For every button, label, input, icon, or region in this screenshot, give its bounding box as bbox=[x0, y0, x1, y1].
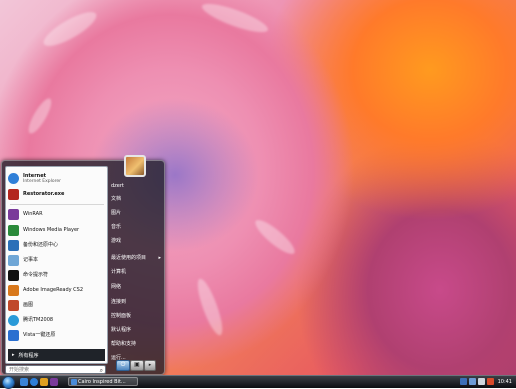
start-menu-programs: Internet Internet Explorer Restorator.ex… bbox=[5, 166, 108, 364]
places-item-control-panel[interactable]: 控制面板 bbox=[111, 312, 161, 321]
chevron-right-icon: ▸ bbox=[148, 362, 152, 368]
system-tray: 10:41 bbox=[459, 376, 516, 387]
chevron-right-icon: ▸ bbox=[12, 352, 15, 358]
places-item-music[interactable]: 音乐 bbox=[111, 223, 161, 232]
recent-item-label: 记事本 bbox=[23, 257, 39, 263]
notepad-icon bbox=[8, 254, 19, 266]
recent-item-notepad[interactable]: 记事本 bbox=[8, 253, 106, 267]
places-item-help[interactable]: 帮助和支持 bbox=[111, 340, 161, 349]
places-item-games[interactable]: 游戏 bbox=[111, 237, 161, 246]
network-icon[interactable] bbox=[468, 378, 476, 385]
start-search-input[interactable]: 开始搜索 ⌕ bbox=[5, 365, 106, 374]
paint-icon bbox=[8, 299, 19, 311]
tencent-tm-icon bbox=[8, 314, 19, 326]
power-button[interactable]: ⏻ bbox=[116, 360, 130, 371]
places-item-label: 最近使用的项目 bbox=[111, 255, 147, 261]
places-item-computer[interactable]: 计算机 bbox=[111, 268, 161, 277]
recent-item-paint[interactable]: 画图 bbox=[8, 298, 106, 312]
cmd-icon bbox=[8, 269, 19, 281]
chevron-right-icon: ▸ bbox=[158, 255, 161, 261]
start-menu: Internet Internet Explorer Restorator.ex… bbox=[1, 155, 165, 375]
winrar-icon[interactable] bbox=[50, 378, 58, 386]
recent-item-imageready[interactable]: Adobe ImageReady CS2 bbox=[8, 283, 106, 297]
places-item-user[interactable]: dzert bbox=[111, 182, 161, 191]
internet-explorer-icon bbox=[8, 173, 19, 184]
recent-item-label: 画图 bbox=[23, 302, 34, 308]
pinned-item-internet[interactable]: Internet Internet Explorer bbox=[8, 171, 106, 186]
lock-button[interactable]: ▣ bbox=[130, 360, 144, 371]
recent-item-label: 备份和还原中心 bbox=[23, 242, 59, 248]
places-item-recent[interactable]: 最近使用的项目 ▸ bbox=[111, 254, 161, 263]
pinned-item-restorator[interactable]: Restorator.exe bbox=[8, 187, 106, 201]
recent-item-label: 腾讯TM2008 bbox=[23, 317, 54, 323]
recent-item-label: Vista一键还原 bbox=[23, 332, 56, 338]
imageready-icon bbox=[8, 284, 19, 296]
recent-item-label: 命令提示符 bbox=[23, 272, 49, 278]
restorator-icon bbox=[8, 188, 19, 200]
flag-icon[interactable] bbox=[486, 378, 494, 385]
search-icon: ⌕ bbox=[99, 367, 103, 374]
vista-restore-icon bbox=[8, 329, 19, 341]
firefox-icon bbox=[71, 379, 77, 385]
taskbar-window-label: Cairo Inspired Bit... bbox=[78, 379, 126, 385]
places-item-connect[interactable]: 连接到 bbox=[111, 298, 161, 307]
recent-item-winrar[interactable]: WinRAR bbox=[8, 207, 106, 221]
clock[interactable]: 10:41 bbox=[498, 379, 512, 385]
search-placeholder: 开始搜索 bbox=[9, 367, 30, 373]
taskbar-window-button[interactable]: Cairo Inspired Bit... bbox=[68, 377, 138, 386]
taskbar: Cairo Inspired Bit... 10:41 bbox=[0, 375, 516, 389]
user-avatar[interactable] bbox=[124, 155, 146, 177]
start-button[interactable] bbox=[2, 376, 15, 389]
power-icon: ⏻ bbox=[120, 361, 126, 368]
recent-item-label: Windows Media Player bbox=[23, 227, 80, 233]
places-item-documents[interactable]: 文档 bbox=[111, 195, 161, 204]
volume-icon[interactable] bbox=[477, 378, 485, 385]
all-programs-button[interactable]: ▸ 所有程序 bbox=[8, 349, 105, 361]
internet-explorer-icon[interactable] bbox=[30, 378, 38, 386]
all-programs-label: 所有程序 bbox=[18, 352, 39, 359]
places-item-network[interactable]: 网络 bbox=[111, 283, 161, 292]
recent-item-label: Adobe ImageReady CS2 bbox=[23, 287, 84, 293]
folder-icon[interactable] bbox=[40, 378, 48, 386]
recent-item-label: WinRAR bbox=[23, 211, 43, 217]
divider bbox=[10, 204, 104, 205]
lock-icon: ▣ bbox=[134, 361, 140, 368]
recent-item-tencent-tm[interactable]: 腾讯TM2008 bbox=[8, 313, 106, 327]
recent-item-backup[interactable]: 备份和还原中心 bbox=[8, 238, 106, 252]
backup-icon bbox=[8, 239, 19, 251]
recent-item-vista-restore[interactable]: Vista一键还原 bbox=[8, 328, 106, 342]
pinned-item-subtitle: Internet Explorer bbox=[23, 178, 62, 184]
keyboard-icon[interactable] bbox=[459, 378, 467, 385]
start-menu-places: dzert 文档 图片 音乐 游戏 最近使用的项目 ▸ 计算机 网络 连接到 控… bbox=[108, 155, 162, 373]
places-item-default-programs[interactable]: 默认程序 bbox=[111, 326, 161, 335]
recent-item-media-player[interactable]: Windows Media Player bbox=[8, 223, 106, 237]
shutdown-options-button[interactable]: ▸ bbox=[144, 360, 156, 371]
media-player-icon bbox=[8, 224, 19, 236]
show-desktop-icon[interactable] bbox=[20, 378, 28, 386]
recent-item-cmd[interactable]: 命令提示符 bbox=[8, 268, 106, 282]
winrar-icon bbox=[8, 208, 19, 220]
places-item-pictures[interactable]: 图片 bbox=[111, 209, 161, 218]
pinned-item-title: Restorator.exe bbox=[23, 191, 65, 197]
